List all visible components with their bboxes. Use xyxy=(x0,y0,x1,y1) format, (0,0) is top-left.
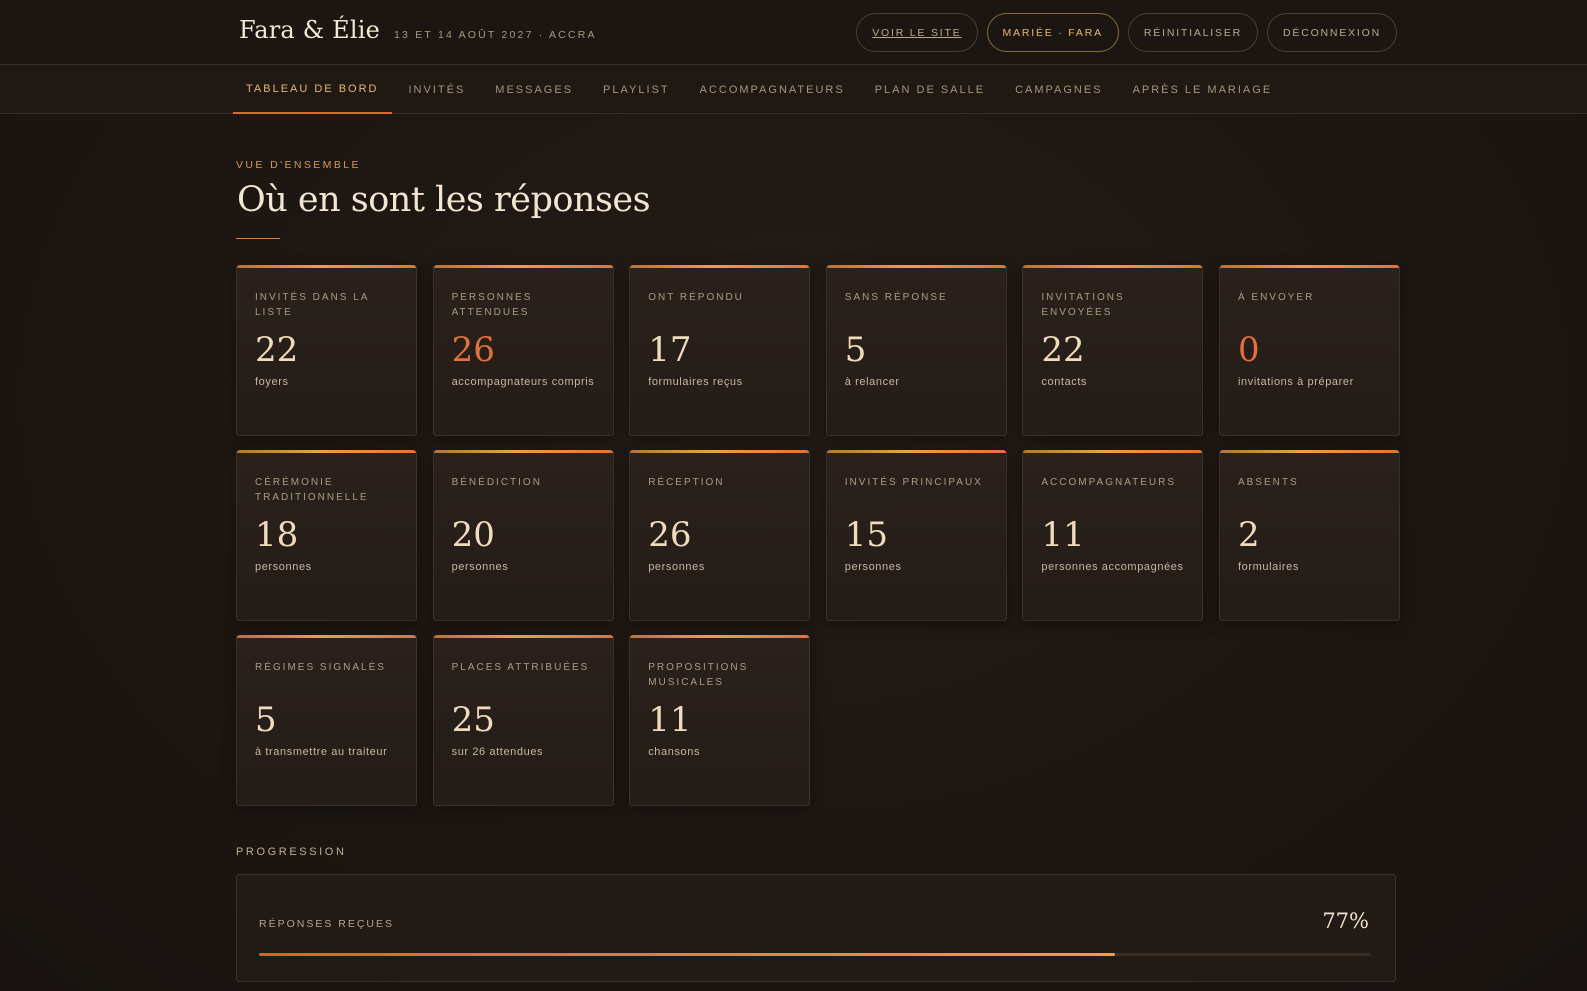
top-bar: Fara & Élie 13 ET 14 AOÛT 2027 · ACCRA V… xyxy=(0,0,1587,65)
stat-caption: personnes xyxy=(255,561,312,573)
stat-card-reception: Réception 26 personnes xyxy=(629,450,811,621)
stat-caption: foyers xyxy=(255,376,289,388)
stat-label: Absents xyxy=(1237,477,1299,488)
stat-label: Sans réponse xyxy=(844,292,948,303)
progress-heading: PROGRESSION xyxy=(236,846,347,858)
stat-caption: personnes xyxy=(844,561,902,573)
stat-card-expected-people: Personnes attendues 26 accompagnateurs c… xyxy=(432,265,614,436)
progress-card: RÉPONSES REÇUES 77% xyxy=(236,874,1396,982)
stat-label: À envoyer xyxy=(1237,292,1315,303)
page-title: Où en sont les réponses xyxy=(237,180,651,220)
stat-label: Réception xyxy=(648,477,725,488)
stat-label: Ont répondu xyxy=(648,292,744,303)
progress-label: RÉPONSES REÇUES xyxy=(259,918,395,930)
tab-guests[interactable]: INVITÉS xyxy=(396,65,479,114)
stat-card-music-suggestions: Propositions musicales 11 chansons xyxy=(629,635,811,806)
stats-grid: Invités dans la liste 22 foyers Personne… xyxy=(236,265,1400,806)
stat-caption: formulaires xyxy=(1237,561,1299,573)
stat-card-to-send: À envoyer 0 invitations à préparer xyxy=(1218,265,1400,436)
stat-value: 22 xyxy=(1041,330,1085,370)
stat-caption: accompagnateurs compris xyxy=(451,376,595,388)
stat-value: 11 xyxy=(1041,515,1085,555)
section-eyebrow: VUE D'ENSEMBLE xyxy=(236,159,361,171)
stat-value: 26 xyxy=(648,515,692,555)
progress-bar-fill xyxy=(259,953,1116,956)
stat-label: Bénédiction xyxy=(451,477,542,488)
stat-caption: contacts xyxy=(1041,376,1088,388)
stat-value: 2 xyxy=(1237,515,1260,555)
stat-card-diets: Régimes signalés 5 à transmettre au trai… xyxy=(236,635,417,806)
main-nav: TABLEAU DE BORD INVITÉS MESSAGES PLAYLIS… xyxy=(0,65,1587,114)
stat-caption: formulaires reçus xyxy=(648,376,743,388)
stat-value: 22 xyxy=(255,330,299,370)
stat-value: 0 xyxy=(1237,330,1260,370)
tab-dashboard[interactable]: TABLEAU DE BORD xyxy=(233,65,392,114)
stat-caption: chansons xyxy=(648,746,701,758)
stat-label: Places attribuées xyxy=(451,662,590,673)
tab-companions[interactable]: ACCOMPAGNATEURS xyxy=(687,65,858,114)
stat-caption: invitations à préparer xyxy=(1237,376,1354,388)
progress-percent: 77% xyxy=(1322,909,1369,933)
tab-playlist[interactable]: PLAYLIST xyxy=(590,65,683,114)
stat-card-no-response: Sans réponse 5 à relancer xyxy=(825,265,1007,436)
tab-messages[interactable]: MESSAGES xyxy=(482,65,586,114)
tab-campaigns[interactable]: CAMPAGNES xyxy=(1002,65,1115,114)
stat-value: 5 xyxy=(844,330,867,370)
stat-caption: personnes xyxy=(451,561,509,573)
tab-after-wedding[interactable]: APRÈS LE MARIAGE xyxy=(1120,65,1286,114)
stat-label: Propositions musicales xyxy=(648,662,749,688)
stat-card-absent: Absents 2 formulaires xyxy=(1218,450,1400,621)
stat-card-traditional-ceremony: Cérémonie traditionnelle 18 personnes xyxy=(236,450,417,621)
stat-label: Personnes attendues xyxy=(451,292,533,318)
stat-value: 20 xyxy=(451,515,495,555)
stat-caption: sur 26 attendues xyxy=(451,746,544,758)
stat-caption: à transmettre au traiteur xyxy=(255,746,388,758)
reset-button[interactable]: RÉINITIALISER xyxy=(1127,13,1259,52)
header-actions: VOIR LE SITE MARIÉE · FARA RÉINITIALISER… xyxy=(856,13,1397,52)
stat-value: 5 xyxy=(255,700,277,740)
stat-card-companions: Accompagnateurs 11 personnes accompagnée… xyxy=(1022,450,1204,621)
user-role-button[interactable]: MARIÉE · FARA xyxy=(986,13,1119,52)
stat-caption: personnes xyxy=(648,561,705,573)
logout-button[interactable]: DÉCONNEXION xyxy=(1267,13,1397,52)
stat-caption: personnes accompagnées xyxy=(1041,561,1184,573)
event-date-location: 13 ET 14 AOÛT 2027 · ACCRA xyxy=(394,29,597,41)
stat-value: 18 xyxy=(255,515,299,555)
stat-card-invitations-sent: Invitations envoyées 22 contacts xyxy=(1022,265,1204,436)
brand-name: Fara & Élie xyxy=(239,16,381,44)
stat-card-main-guests: Invités principaux 15 personnes xyxy=(825,450,1007,621)
stat-card-responded: Ont répondu 17 formulaires reçus xyxy=(629,265,811,436)
stat-label: Cérémonie traditionnelle xyxy=(255,477,369,503)
title-divider xyxy=(236,238,280,239)
tab-seating-plan[interactable]: PLAN DE SALLE xyxy=(862,65,998,114)
stat-label: Invitations envoyées xyxy=(1041,292,1125,318)
stat-value: 11 xyxy=(648,700,692,740)
stat-card-blessing: Bénédiction 20 personnes xyxy=(432,450,614,621)
stat-value: 15 xyxy=(844,515,889,555)
stat-caption: à relancer xyxy=(844,376,900,388)
stat-label: Régimes signalés xyxy=(255,662,386,673)
stat-value: 26 xyxy=(451,330,495,370)
progress-bar xyxy=(259,953,1371,956)
stat-label: Accompagnateurs xyxy=(1041,477,1177,488)
stat-label: Invités principaux xyxy=(844,477,983,488)
stat-card-guests-list: Invités dans la liste 22 foyers xyxy=(236,265,417,436)
brand: Fara & Élie 13 ET 14 AOÛT 2027 · ACCRA xyxy=(239,16,597,44)
stat-label: Invités dans la liste xyxy=(255,292,369,318)
stat-value: 25 xyxy=(451,700,495,740)
view-site-button[interactable]: VOIR LE SITE xyxy=(856,13,978,52)
stat-value: 17 xyxy=(648,330,692,370)
stat-card-seats-assigned: Places attribuées 25 sur 26 attendues xyxy=(432,635,614,806)
